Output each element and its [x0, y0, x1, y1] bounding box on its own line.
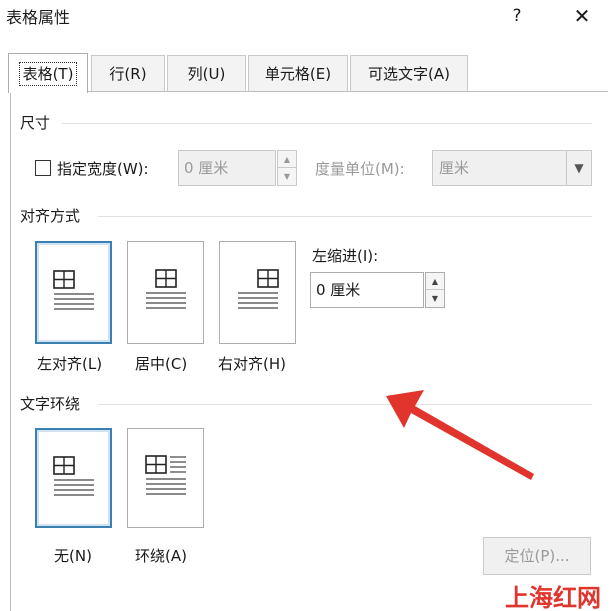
wrap-none-icon — [53, 456, 94, 496]
width-spinner[interactable]: ▲ ▼ — [277, 150, 297, 186]
align-right-option[interactable] — [219, 241, 296, 344]
left-indent-spinner[interactable]: ▲ ▼ — [425, 272, 445, 308]
wrap-none-option[interactable] — [35, 428, 112, 528]
wrap-around-label: 环绕(A) — [135, 547, 187, 565]
tab-alt-text[interactable]: 可选文字(A) — [350, 55, 468, 91]
tab-label: 表格(T) — [18, 62, 78, 86]
tab-label: 单元格(E) — [264, 65, 332, 83]
close-button[interactable]: ✕ — [565, 0, 599, 32]
tab-label: 列(U) — [187, 65, 226, 83]
tab-table[interactable]: 表格(T) — [8, 53, 88, 93]
unit-select-value: 厘米 — [439, 159, 470, 177]
left-indent-label: 左缩进(I): — [312, 247, 379, 265]
table-align-center-icon — [146, 269, 186, 309]
align-left-label: 左对齐(L) — [37, 355, 103, 373]
watermark-logo: 上海红网 — [505, 583, 601, 611]
left-indent-input[interactable]: 0 厘米 — [310, 272, 424, 308]
section-divider — [98, 404, 592, 405]
align-left-option[interactable] — [35, 241, 112, 344]
align-center-option[interactable] — [127, 241, 204, 344]
align-center-label: 居中(C) — [135, 355, 188, 373]
tab-label: 可选文字(A) — [368, 65, 450, 83]
dialog-title: 表格属性 — [6, 8, 71, 27]
size-section-label: 尺寸 — [20, 114, 51, 132]
tab-strip: 表格(T) 行(R) 列(U) 单元格(E) 可选文字(A) — [0, 53, 611, 93]
tab-row[interactable]: 行(R) — [91, 55, 165, 91]
table-align-left-icon — [53, 270, 94, 310]
table-properties-dialog: 表格属性 ? ✕ 表格(T) 行(R) 列(U) 单元格(E) 可选文字(A) … — [0, 0, 611, 611]
spin-up-icon[interactable]: ▲ — [426, 273, 444, 290]
section-divider — [62, 123, 592, 124]
unit-label: 度量单位(M): — [315, 160, 405, 178]
wrap-around-icon — [145, 455, 186, 495]
help-button[interactable]: ? — [505, 0, 529, 32]
position-button[interactable]: 定位(P)... — [483, 537, 591, 575]
tab-column[interactable]: 列(U) — [167, 55, 246, 91]
wrapping-section-label: 文字环绕 — [20, 395, 81, 413]
wrap-around-option[interactable] — [127, 428, 204, 528]
tab-cell[interactable]: 单元格(E) — [248, 55, 348, 91]
width-input[interactable]: 0 厘米 — [178, 150, 276, 186]
tab-label: 行(R) — [109, 65, 147, 83]
chevron-down-icon[interactable]: ▼ — [566, 151, 591, 185]
align-right-label: 右对齐(H) — [218, 355, 286, 373]
spin-down-icon[interactable]: ▼ — [278, 168, 296, 185]
specify-width-label: 指定宽度(W): — [57, 160, 149, 178]
table-align-right-icon — [238, 269, 279, 309]
spin-up-icon[interactable]: ▲ — [278, 151, 296, 168]
alignment-section-label: 对齐方式 — [20, 207, 81, 225]
specify-width-checkbox[interactable] — [35, 160, 51, 176]
spin-down-icon[interactable]: ▼ — [426, 290, 444, 307]
section-divider — [98, 216, 592, 217]
wrap-none-label: 无(N) — [54, 547, 92, 565]
unit-select[interactable]: 厘米 ▼ — [432, 150, 592, 186]
